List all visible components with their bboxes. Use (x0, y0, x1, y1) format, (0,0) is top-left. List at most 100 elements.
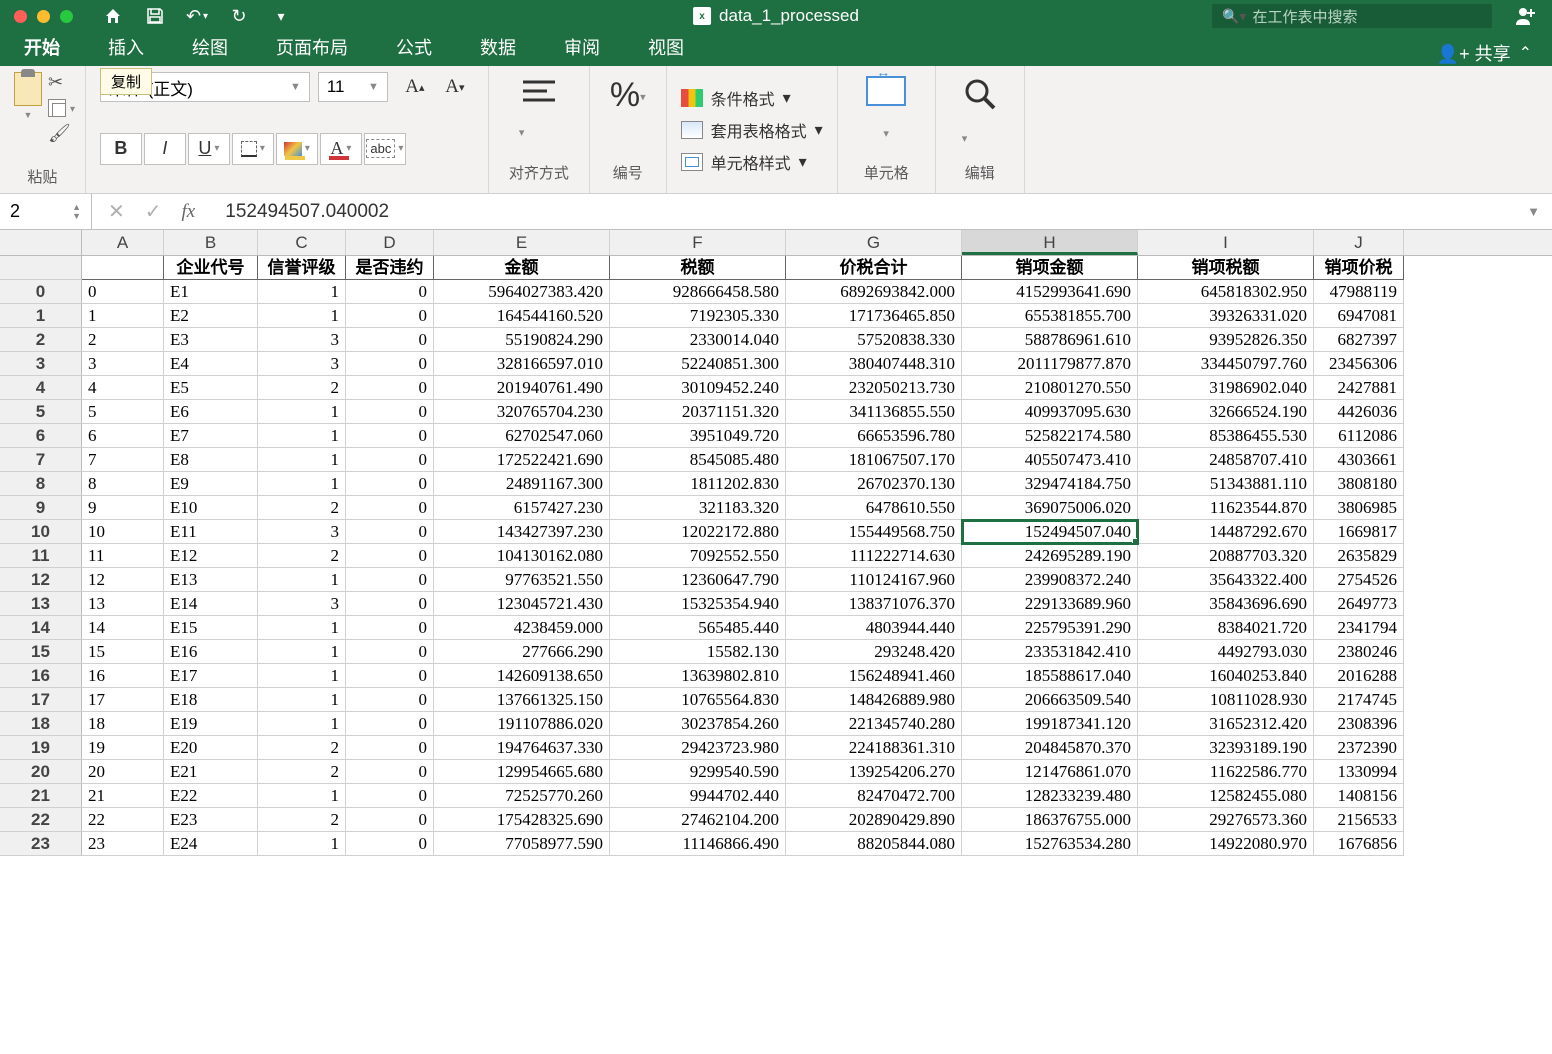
cell[interactable]: 2174745 (1314, 688, 1404, 712)
qat-customize-icon[interactable]: ▾ (271, 6, 291, 26)
cells-icon[interactable] (866, 76, 906, 106)
tab-home[interactable]: 开始 (0, 28, 84, 66)
name-box[interactable]: 2 ▲▼ (0, 194, 92, 230)
cell[interactable]: 19 (82, 736, 164, 760)
row-header[interactable]: 0 (0, 280, 82, 304)
cell[interactable]: 10 (82, 520, 164, 544)
cell[interactable]: 6157427.230 (434, 496, 610, 520)
row-header[interactable]: 17 (0, 688, 82, 712)
col-header-B[interactable]: B (164, 230, 258, 255)
cell[interactable]: 229133689.960 (962, 592, 1138, 616)
cell[interactable]: 186376755.000 (962, 808, 1138, 832)
cell[interactable]: 6478610.550 (786, 496, 962, 520)
cell[interactable]: 20 (82, 760, 164, 784)
font-size-select[interactable]: 11▼ (318, 72, 388, 102)
close-icon[interactable] (14, 10, 27, 23)
row-header[interactable]: 22 (0, 808, 82, 832)
cell[interactable]: 155449568.750 (786, 520, 962, 544)
cell[interactable]: 201940761.490 (434, 376, 610, 400)
cell[interactable]: 23456306 (1314, 352, 1404, 376)
table-format-button[interactable]: 套用表格格式 ▾ (681, 118, 823, 142)
cell[interactable]: E10 (164, 496, 258, 520)
header-cell[interactable]: 企业代号 (164, 256, 258, 280)
share-button[interactable]: 👤+ 共享 (1437, 40, 1511, 66)
maximize-icon[interactable] (60, 10, 73, 23)
cell[interactable]: 12360647.790 (610, 568, 786, 592)
row-header[interactable]: 16 (0, 664, 82, 688)
cell[interactable]: 1 (258, 448, 346, 472)
cell[interactable]: 152494507.040 (962, 520, 1138, 544)
cell[interactable]: 1 (258, 424, 346, 448)
col-header-H[interactable]: H (962, 230, 1138, 255)
tab-layout[interactable]: 页面布局 (252, 28, 372, 66)
cell[interactable]: 4303661 (1314, 448, 1404, 472)
cell[interactable]: 143427397.230 (434, 520, 610, 544)
save-icon[interactable] (145, 6, 165, 26)
cell[interactable]: 1 (258, 664, 346, 688)
cell[interactable]: 29276573.360 (1138, 808, 1314, 832)
row-header[interactable]: 21 (0, 784, 82, 808)
accept-formula-icon[interactable]: ✓ (145, 199, 162, 224)
cell[interactable]: 13 (82, 592, 164, 616)
cell[interactable]: 128233239.480 (962, 784, 1138, 808)
cell[interactable]: 3806985 (1314, 496, 1404, 520)
cell[interactable]: 7192305.330 (610, 304, 786, 328)
phonetic-button[interactable]: abc▾ (364, 133, 406, 165)
cell[interactable]: 16 (82, 664, 164, 688)
cell[interactable]: 0 (346, 592, 434, 616)
cell[interactable]: 32666524.190 (1138, 400, 1314, 424)
cell[interactable]: 12582455.080 (1138, 784, 1314, 808)
collapse-ribbon-icon[interactable]: ⌃ (1519, 43, 1532, 63)
cell[interactable]: 20887703.320 (1138, 544, 1314, 568)
cell[interactable]: 0 (346, 424, 434, 448)
row-header[interactable]: 8 (0, 472, 82, 496)
redo-icon[interactable]: ↻ (229, 6, 249, 26)
cell[interactable]: 0 (346, 808, 434, 832)
row-header[interactable]: 14 (0, 616, 82, 640)
cell[interactable]: E11 (164, 520, 258, 544)
cell[interactable]: 121476861.070 (962, 760, 1138, 784)
row-header[interactable]: 19 (0, 736, 82, 760)
cell[interactable]: 51343881.110 (1138, 472, 1314, 496)
cell[interactable]: 171736465.850 (786, 304, 962, 328)
cell[interactable]: 1 (258, 280, 346, 304)
col-header-D[interactable]: D (346, 230, 434, 255)
cell[interactable]: 77058977.590 (434, 832, 610, 856)
cell[interactable]: 2 (258, 808, 346, 832)
cell[interactable]: 39326331.020 (1138, 304, 1314, 328)
cell[interactable]: 14487292.670 (1138, 520, 1314, 544)
cell[interactable]: 2 (82, 328, 164, 352)
cell[interactable]: 24891167.300 (434, 472, 610, 496)
cell[interactable]: E3 (164, 328, 258, 352)
cell[interactable]: E1 (164, 280, 258, 304)
row-header[interactable] (0, 256, 82, 280)
cell[interactable]: 277666.290 (434, 640, 610, 664)
col-header-C[interactable]: C (258, 230, 346, 255)
cell[interactable]: 29423723.980 (610, 736, 786, 760)
cell[interactable]: 0 (346, 400, 434, 424)
cell[interactable]: E16 (164, 640, 258, 664)
col-header-I[interactable]: I (1138, 230, 1314, 255)
header-cell[interactable]: 销项价税 (1314, 256, 1404, 280)
header-cell[interactable]: 是否违约 (346, 256, 434, 280)
cell[interactable]: 24858707.410 (1138, 448, 1314, 472)
cell[interactable]: 21 (82, 784, 164, 808)
cell[interactable]: 0 (346, 496, 434, 520)
cell[interactable]: 525822174.580 (962, 424, 1138, 448)
cell[interactable]: 0 (346, 304, 434, 328)
cell[interactable]: 12 (82, 568, 164, 592)
cell[interactable]: 13639802.810 (610, 664, 786, 688)
tab-data[interactable]: 数据 (456, 28, 540, 66)
cell[interactable]: 0 (346, 472, 434, 496)
cell[interactable]: 4803944.440 (786, 616, 962, 640)
cell[interactable]: 369075006.020 (962, 496, 1138, 520)
cell[interactable]: 4 (82, 376, 164, 400)
cancel-formula-icon[interactable]: ✕ (108, 199, 125, 224)
cell[interactable]: 15325354.940 (610, 592, 786, 616)
cell[interactable]: E4 (164, 352, 258, 376)
cell[interactable]: 334450797.760 (1138, 352, 1314, 376)
name-box-spinner[interactable]: ▲▼ (72, 203, 81, 221)
select-all-corner[interactable] (0, 230, 82, 255)
cell[interactable]: 0 (346, 520, 434, 544)
cell[interactable]: 0 (346, 712, 434, 736)
